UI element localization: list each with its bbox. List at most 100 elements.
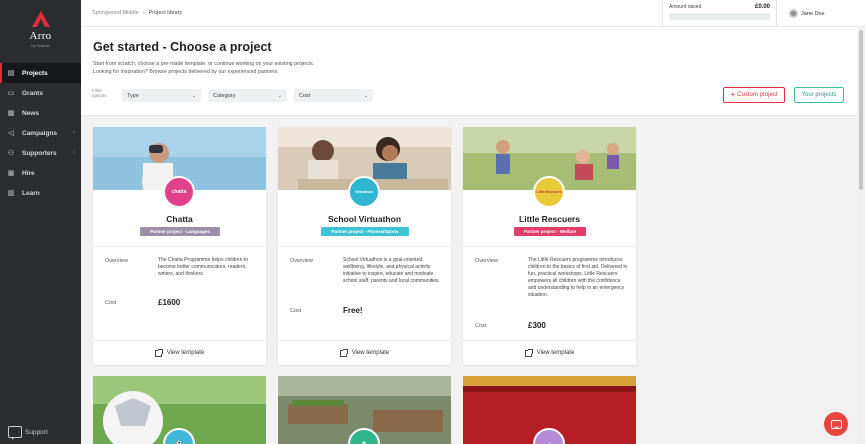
scrollbar-thumb[interactable] <box>859 30 863 190</box>
sidebar-item-label: Projects <box>22 69 48 77</box>
project-card-little-rescuers[interactable]: Little Rescuers Little Rescuers Partner … <box>463 127 636 365</box>
breadcrumb-current: Project library <box>148 10 183 16</box>
avatar <box>789 9 798 18</box>
your-projects-button[interactable]: Your projects <box>794 87 844 103</box>
top-bar: Springwood Middle › Project library Amou… <box>81 0 865 27</box>
chevron-down-icon: ⌄ <box>363 92 368 99</box>
cost-label: Cost <box>475 323 487 329</box>
view-template-button[interactable]: View template <box>93 340 266 365</box>
breadcrumb-root[interactable]: Springwood Middle <box>92 10 139 16</box>
external-link-icon <box>339 348 348 357</box>
sidebar-item-grants[interactable]: ▭ Grants <box>0 83 81 103</box>
projects-icon: ▤ <box>7 70 15 77</box>
filter-value: Category <box>213 92 236 99</box>
project-card-school-virtuathon[interactable]: Virtuathon School Virtuathon Partner pro… <box>278 127 451 365</box>
sidebar-item-projects[interactable]: ▤ Projects <box>0 63 81 83</box>
page-title: Get started - Choose a project <box>93 40 272 54</box>
supporters-icon: ⚇ <box>7 150 15 157</box>
partner-logo-badge: Little Rescuers <box>533 176 565 208</box>
chevron-down-icon: ⌄ <box>277 92 282 99</box>
category-tag: Partner project - Fitness/Sports <box>321 227 409 236</box>
sidebar-item-label: Supporters <box>22 149 57 157</box>
sidebar-item-hire[interactable]: ▣ Hire <box>0 163 81 183</box>
app-logo[interactable]: Arro by Teamie <box>0 0 81 59</box>
sidebar-item-news[interactable]: ▦ News <box>0 103 81 123</box>
divider <box>463 246 636 247</box>
chat-support-icon <box>8 426 22 440</box>
cost-value: £300 <box>528 321 546 330</box>
hire-icon: ▣ <box>7 170 15 177</box>
user-menu[interactable]: Jane Doe <box>776 0 865 27</box>
page-header: Get started - Choose a project Start fro… <box>81 27 857 116</box>
sidebar-item-label: Grants <box>22 89 43 97</box>
view-template-label: View template <box>351 350 390 356</box>
sidebar-item-campaigns[interactable]: ◁ Campaigns ‹ <box>0 123 81 143</box>
filter-category-select[interactable]: Category ⌄ <box>208 89 287 102</box>
view-template-button[interactable]: View template <box>463 340 636 365</box>
learn-icon: ▥ <box>7 190 15 197</box>
amount-raised-label: Amount raised <box>669 4 702 10</box>
filter-value: Type <box>127 92 139 99</box>
external-link-icon <box>154 348 163 357</box>
breadcrumb: Springwood Middle › Project library <box>92 10 182 16</box>
overview-text: School Virtuathon is a goal-oriented, we… <box>343 257 440 284</box>
logo-subtext: by Teamie <box>31 43 50 48</box>
partner-logo-badge: chatta <box>163 176 195 208</box>
scrollbar[interactable] <box>857 27 865 444</box>
project-title: Little Rescuers <box>519 214 580 224</box>
divider <box>278 246 451 247</box>
sidebar-item-supporters[interactable]: ⚇ Supporters ‹ <box>0 143 81 163</box>
description-line: Start from scratch, choose a pre-made te… <box>93 61 315 67</box>
cost-value: Free! <box>343 306 363 315</box>
sidebar-item-label: Campaigns <box>22 129 58 137</box>
filter-label: Filter options <box>92 88 107 98</box>
view-template-button[interactable]: View template <box>278 340 451 365</box>
filter-cost-select[interactable]: Cost ⌄ <box>294 89 373 102</box>
view-template-label: View template <box>536 350 575 356</box>
divider <box>93 246 266 247</box>
description-line: Looking for inspiration? Browse projects… <box>93 69 279 75</box>
amount-raised-progress <box>669 13 770 20</box>
project-card-football[interactable]: ⚽ <box>93 376 266 444</box>
partner-logo-badge: Virtuathon <box>348 176 380 208</box>
filter-type-select[interactable]: Type ⌄ <box>122 89 201 102</box>
project-card-garden[interactable]: ✿ <box>278 376 451 444</box>
support-label: Support <box>25 428 48 436</box>
overview-label: Overview <box>290 258 313 264</box>
plus-icon: + <box>730 90 736 99</box>
chat-widget-button[interactable] <box>824 412 848 436</box>
sidebar-item-learn[interactable]: ▥ Learn <box>0 183 81 203</box>
overview-label: Overview <box>105 258 128 264</box>
external-link-icon <box>524 348 533 357</box>
logo-text: Arro <box>29 30 52 42</box>
user-name: Jane Doe <box>801 10 825 17</box>
chevron-left-icon: ‹ <box>73 150 75 156</box>
support-button[interactable]: Support <box>8 426 48 440</box>
project-card-theatre[interactable]: ♫ <box>463 376 636 444</box>
custom-project-label: Custom project <box>737 92 778 98</box>
category-tag: Partner project - Welfare <box>514 227 586 236</box>
custom-project-button[interactable]: + Custom project <box>723 87 785 103</box>
project-card-chatta[interactable]: chatta Chatta Partner project - Language… <box>93 127 266 365</box>
page-description: Start from scratch, choose a pre-made te… <box>93 60 314 76</box>
cost-label: Cost <box>105 300 117 306</box>
filter-value: Cost <box>299 92 311 99</box>
overview-text: The Little Rescuers programme introduces… <box>528 257 628 298</box>
news-icon: ▦ <box>7 110 15 117</box>
arro-logo-icon <box>30 11 52 29</box>
project-title: School Virtuathon <box>327 214 402 224</box>
overview-label: Overview <box>475 258 498 264</box>
view-template-label: View template <box>166 350 205 356</box>
chevron-left-icon: ‹ <box>73 130 75 136</box>
overview-text: The Chatta Programme helps children to b… <box>158 257 249 277</box>
breadcrumb-separator-icon: › <box>142 10 145 16</box>
sidebar-item-label: Learn <box>22 189 40 197</box>
cost-value: £1600 <box>158 298 181 307</box>
chevron-down-icon: ⌄ <box>191 92 196 99</box>
category-tag: Partner project - Languages <box>140 227 220 236</box>
amount-raised-value: £0.00 <box>754 4 770 10</box>
project-title: Chatta <box>166 214 193 224</box>
grants-icon: ▭ <box>7 90 15 97</box>
sidebar: Arro by Teamie ▤ Projects ▭ Grants ▦ New… <box>0 0 81 444</box>
amount-raised-panel: Amount raised £0.00 <box>662 0 776 27</box>
